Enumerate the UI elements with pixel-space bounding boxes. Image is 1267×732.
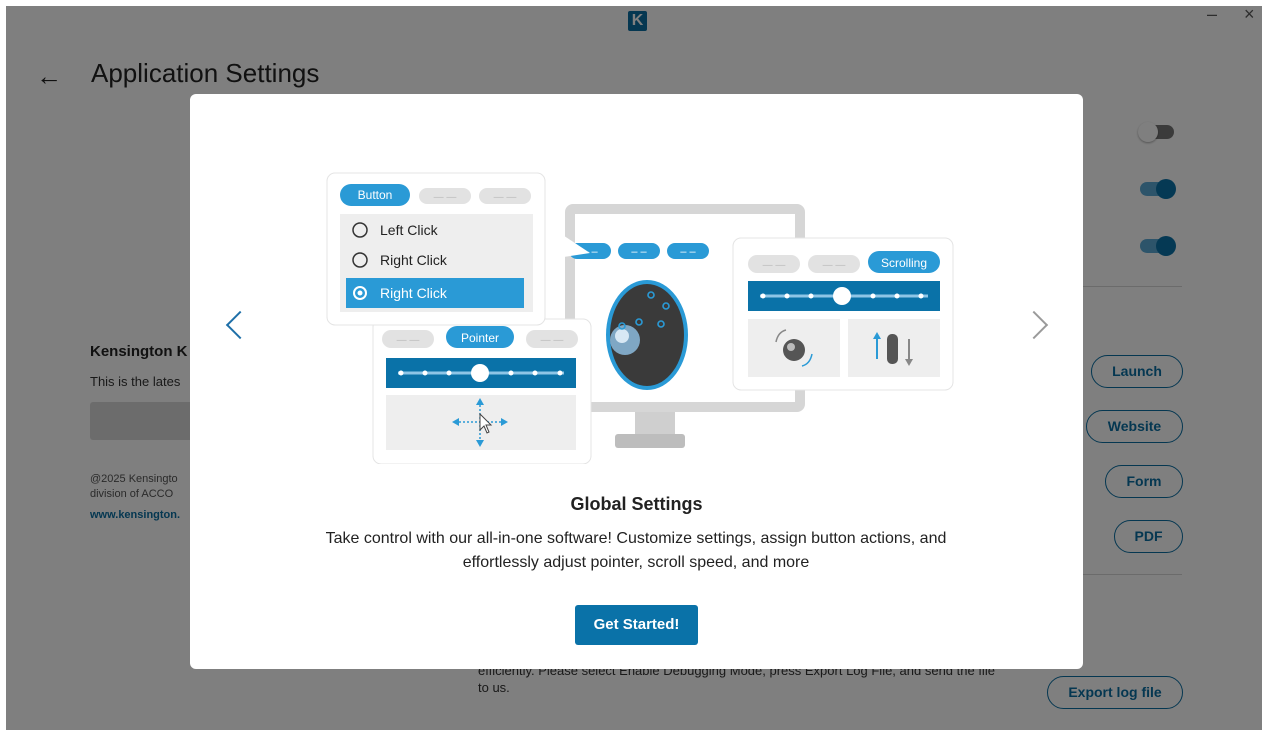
modal-title: Global Settings <box>570 494 703 514</box>
pointer-dash-tab: — — <box>397 335 420 346</box>
option-right-click-selected: Right Click <box>380 285 448 301</box>
get-started-button[interactable]: Get Started! <box>575 605 698 645</box>
monitor-tab-label: – – <box>631 246 647 258</box>
button-card: Button — — — — Left Click Right Click Ri… <box>326 172 590 326</box>
chevron-right-icon[interactable] <box>1019 310 1049 340</box>
monitor-tabs: – – – – – – <box>569 243 709 259</box>
option-left-click: Left Click <box>380 222 439 238</box>
global-settings-illustration: – – – – – – — — Pointer — — Button — — —… <box>326 172 954 464</box>
button-tab-label: Button <box>358 188 393 202</box>
scrolling-tab-label: Scrolling <box>881 256 927 270</box>
onboarding-modal: – – – – – – — — Pointer — — Button — — —… <box>190 94 1083 669</box>
scroll-dash-tab: — — <box>823 260 846 271</box>
button-dash-tab: — — <box>494 192 517 203</box>
trackball-mouse-illustration <box>606 280 688 390</box>
modal-description: Take control with our all-in-one softwar… <box>325 530 947 571</box>
scroll-dash-tab: — — <box>763 260 786 271</box>
button-dash-tab: — — <box>434 192 457 203</box>
option-right-click: Right Click <box>380 252 448 268</box>
pointer-tab-label: Pointer <box>461 331 499 345</box>
monitor-tab-label: – – <box>680 246 696 258</box>
pointer-dash-tab: — — <box>541 335 564 346</box>
chevron-left-icon[interactable] <box>225 310 255 340</box>
scrolling-card: — — — — Scrolling <box>732 237 954 391</box>
pointer-card: — — Pointer — — <box>372 318 592 464</box>
app-window: K – × ← Application Settings Kensington … <box>6 6 1262 730</box>
